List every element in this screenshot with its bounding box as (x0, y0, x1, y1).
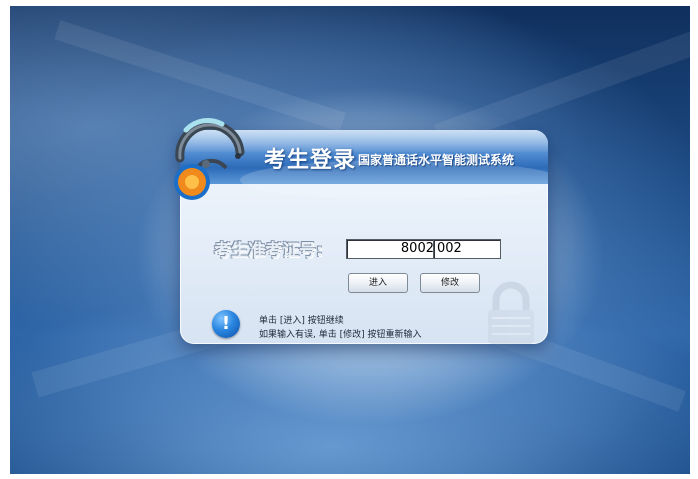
lock-icon (488, 281, 534, 344)
exam-id-label: 考生准考证号: (214, 241, 323, 261)
dialog-title: 考生登录 (264, 148, 357, 173)
exam-id-prefix-field[interactable]: 8002 (346, 239, 438, 259)
modify-button[interactable]: 修改 (420, 273, 480, 293)
desktop-background: 考生登录 国家普通话水平智能测试系统 考生准考证号: 8002 002 进入 修… (10, 6, 690, 474)
enter-button[interactable]: 进入 (348, 273, 408, 293)
system-name: 国家普通话水平智能测试系统 (358, 153, 515, 167)
exam-id-input[interactable]: 002 (433, 239, 501, 259)
headset-icon (174, 118, 245, 200)
hint-enter-text: 单击 [进入] 按钮继续 (259, 316, 344, 326)
info-icon: ! (212, 310, 240, 338)
hint-modify-text: 如果输入有误, 单击 [修改] 按钮重新输入 (259, 330, 422, 340)
